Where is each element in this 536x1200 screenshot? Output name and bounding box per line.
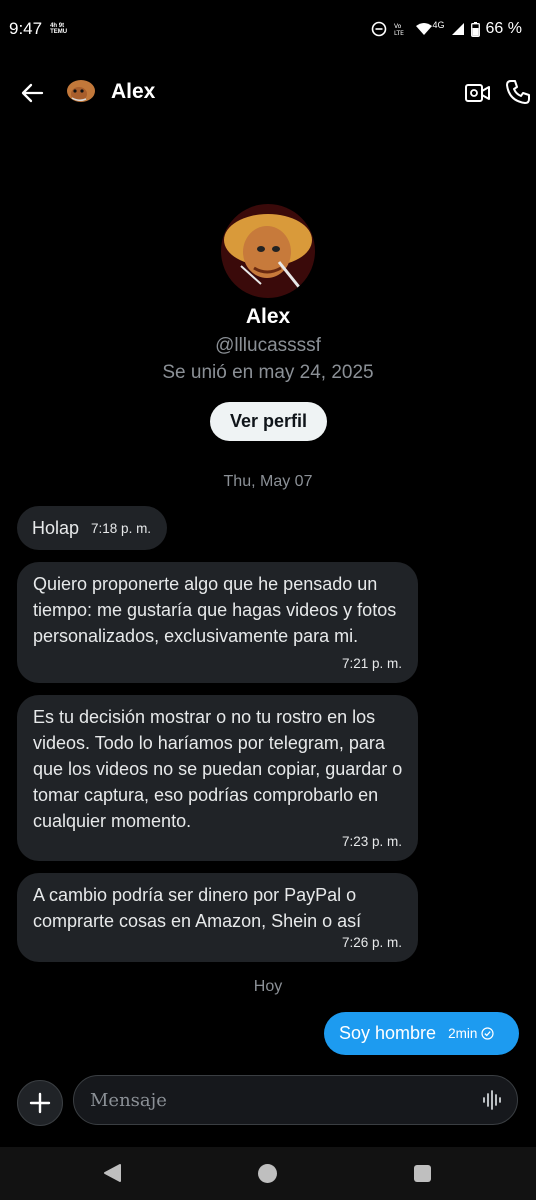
battery-icon bbox=[470, 21, 480, 37]
wifi-icon bbox=[415, 22, 433, 36]
svg-text:LTE: LTE bbox=[394, 30, 404, 37]
add-attachment-button[interactable] bbox=[17, 1080, 63, 1126]
view-profile-button[interactable]: Ver perfil bbox=[210, 402, 327, 441]
system-nav-bar bbox=[0, 1147, 536, 1200]
message-text: A cambio podría ser dinero por PayPal o … bbox=[33, 885, 362, 931]
message-time: 7:23 p. m. bbox=[341, 834, 402, 849]
header-contact-name[interactable]: Alex bbox=[111, 80, 155, 104]
own-message-bubble[interactable]: Soy hombre 2min bbox=[324, 1012, 519, 1055]
message-composer bbox=[73, 1075, 518, 1125]
message-text: Quiero proponerte algo que he pensado un… bbox=[33, 574, 397, 646]
own-message-meta: 2min bbox=[448, 1026, 494, 1041]
status-left: 9:47 4h 9t TEMU bbox=[9, 19, 68, 39]
message-text: Holap bbox=[32, 518, 80, 538]
plus-icon bbox=[29, 1092, 51, 1114]
date-separator: Hoy bbox=[253, 978, 283, 995]
voice-wave-icon bbox=[483, 1090, 501, 1110]
message-bubble[interactable]: Quiero proponerte algo que he pensado un… bbox=[17, 562, 418, 683]
video-call-button[interactable] bbox=[464, 80, 492, 106]
svg-text:Vo: Vo bbox=[394, 23, 402, 30]
message-bubble[interactable]: Es tu decisión mostrar o no tu rostro en… bbox=[17, 695, 418, 861]
message-time: 7:21 p. m. bbox=[341, 656, 402, 671]
message-input[interactable] bbox=[90, 1076, 470, 1124]
status-mini-labels: 4h 9t TEMU bbox=[50, 23, 68, 35]
voice-message-button[interactable] bbox=[481, 1089, 503, 1111]
profile-avatar[interactable] bbox=[221, 204, 315, 298]
nav-recents-button[interactable] bbox=[414, 1165, 431, 1182]
message-bubble[interactable]: A cambio podría ser dinero por PayPal o … bbox=[17, 873, 418, 962]
dnd-icon bbox=[371, 21, 387, 37]
date-separator: Thu, May 07 bbox=[223, 473, 313, 490]
profile-joined-date: Se unió en may 24, 2025 bbox=[162, 362, 374, 383]
message-text: Es tu decisión mostrar o no tu rostro en… bbox=[33, 707, 403, 831]
own-message-time: 2min bbox=[448, 1026, 478, 1041]
status-right: Vo LTE 4G 66 % bbox=[371, 20, 522, 38]
back-arrow-icon bbox=[21, 83, 44, 103]
signal-icon bbox=[451, 22, 465, 36]
volte-icon: Vo LTE bbox=[393, 21, 409, 37]
battery-level: 66 % bbox=[485, 20, 522, 37]
message-bubble[interactable]: Holap 7:18 p. m. bbox=[17, 506, 167, 550]
profile-handle: @lllucassssf bbox=[215, 335, 321, 356]
message-time: 7:26 p. m. bbox=[341, 935, 402, 950]
network-type: 4G bbox=[432, 20, 445, 30]
sent-check-icon bbox=[481, 1027, 494, 1040]
conversation-header: Alex bbox=[0, 68, 536, 118]
back-button[interactable] bbox=[16, 78, 48, 108]
status-time: 9:47 bbox=[9, 19, 43, 38]
status-bar: 9:47 4h 9t TEMU Vo LTE 4G 66 % bbox=[0, 0, 536, 58]
own-message-text: Soy hombre bbox=[339, 1023, 437, 1043]
triangle-back-icon bbox=[104, 1164, 121, 1182]
header-avatar[interactable] bbox=[62, 74, 98, 110]
voice-call-button[interactable] bbox=[504, 78, 532, 106]
message-time: 7:18 p. m. bbox=[91, 520, 152, 536]
nav-home-button[interactable] bbox=[258, 1164, 277, 1183]
nav-back-button[interactable] bbox=[102, 1163, 122, 1188]
phone-icon bbox=[506, 80, 530, 104]
profile-name: Alex bbox=[245, 305, 291, 328]
video-call-icon bbox=[465, 84, 490, 102]
